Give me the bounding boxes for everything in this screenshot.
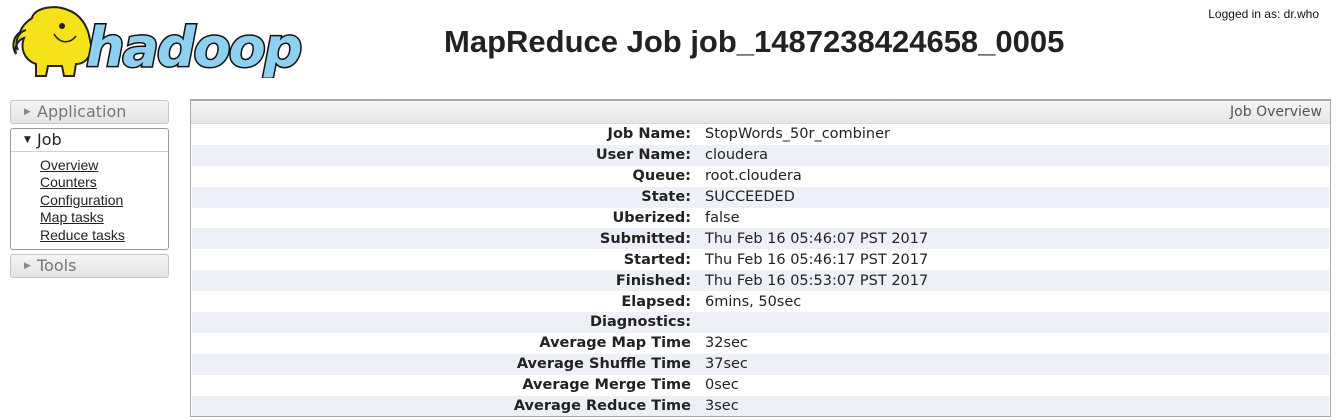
table-row: Average Map Time 32sec <box>192 333 1329 354</box>
nav-link-overview[interactable]: Overview <box>40 157 98 173</box>
row-value: 0sec <box>705 377 739 394</box>
nav-header-label: Application <box>37 102 127 121</box>
nav-link-counters[interactable]: Counters <box>40 174 97 190</box>
nav-link-map-tasks[interactable]: Map tasks <box>40 209 104 225</box>
logged-in-user: Logged in as: dr.who <box>1208 7 1319 21</box>
row-value: Thu Feb 16 05:46:07 PST 2017 <box>705 230 929 247</box>
row-label: Queue: <box>632 168 691 185</box>
job-overview-table: Job Name: StopWords_50r_combiner User Nam… <box>192 124 1329 416</box>
table-row: Average Merge Time 0sec <box>192 375 1329 396</box>
row-value: cloudera <box>705 147 769 164</box>
row-value: 37sec <box>705 356 748 373</box>
nav-section-tools: ▶ Tools <box>10 253 169 278</box>
nav-link-reduce-tasks[interactable]: Reduce tasks <box>40 227 125 243</box>
row-value <box>705 312 1329 333</box>
nav-header-application[interactable]: ▶ Application <box>11 101 168 123</box>
nav-header-label: Tools <box>37 255 77 275</box>
table-row: Average Shuffle Time 37sec <box>192 353 1329 375</box>
table-row: Diagnostics: <box>192 312 1329 333</box>
row-label: Job Name: <box>607 126 691 143</box>
job-overview-header: Job Overview <box>191 101 1330 124</box>
row-label: Average Shuffle Time <box>516 356 691 373</box>
hadoop-logo: hadoop <box>12 6 304 78</box>
job-links: Overview Counters Configuration Map task… <box>11 152 168 249</box>
nav-section-application: ▶ Application <box>10 100 169 124</box>
row-label: State: <box>641 189 691 206</box>
logo-text: hadoop <box>86 16 301 78</box>
row-value: false <box>705 210 740 226</box>
job-overview-panel: Job Overview Job Name: StopWords_50r_comb… <box>190 99 1331 417</box>
row-value: 6mins, 50sec <box>705 293 802 310</box>
nav-section-job: ▼ Job Overview Counters Configuration Ma… <box>10 128 169 250</box>
triangle-down-icon: ▼ <box>24 135 31 145</box>
table-row: Uberized: false <box>192 208 1329 229</box>
row-label: Diagnostics: <box>589 314 691 331</box>
row-label: User Name: <box>595 147 691 164</box>
table-row: Submitted: Thu Feb 16 05:46:07 PST 2017 <box>192 228 1329 250</box>
table-row: Elapsed: 6mins, 50sec <box>192 291 1329 312</box>
row-label: Uberized: <box>612 210 691 226</box>
elephant-icon <box>12 6 92 77</box>
triangle-right-icon: ▶ <box>24 260 31 271</box>
nav-link-configuration[interactable]: Configuration <box>40 192 123 208</box>
table-row: User Name: cloudera <box>192 144 1329 166</box>
row-label: Started: <box>623 251 691 268</box>
row-label: Finished: <box>615 272 691 289</box>
table-row: Queue: root.cloudera <box>192 166 1329 187</box>
table-row: Started: Thu Feb 16 05:46:17 PST 2017 <box>192 249 1329 270</box>
row-label: Average Reduce Time <box>513 398 691 415</box>
row-value: root.cloudera <box>705 168 802 185</box>
row-label: Submitted: <box>599 230 691 247</box>
row-value: 32sec <box>705 335 748 352</box>
row-value: Thu Feb 16 05:53:07 PST 2017 <box>705 272 929 289</box>
row-label: Average Merge Time <box>522 377 691 394</box>
page-title: MapReduce Job job_1487238424658_0005 <box>444 24 1065 59</box>
row-label: Elapsed: <box>621 293 691 310</box>
table-row: Job Name: StopWords_50r_combiner <box>192 124 1329 145</box>
table-row: Average Reduce Time 3sec <box>192 395 1329 416</box>
nav-header-label: Job <box>37 130 62 149</box>
row-value: Thu Feb 16 05:46:17 PST 2017 <box>705 251 929 268</box>
nav-header-job[interactable]: ▼ Job <box>11 129 168 152</box>
sidebar-nav: ▶ Application ▼ Job Overview Counters Co… <box>10 100 169 282</box>
row-value: 3sec <box>705 398 739 415</box>
row-label: Average Map Time <box>539 335 691 352</box>
table-row: Finished: Thu Feb 16 05:53:07 PST 2017 <box>192 270 1329 292</box>
row-value: SUCCEEDED <box>705 189 795 206</box>
triangle-right-icon: ▶ <box>24 107 31 117</box>
nav-header-tools[interactable]: ▶ Tools <box>11 254 168 277</box>
table-row: State: SUCCEEDED <box>192 186 1329 208</box>
row-value: StopWords_50r_combiner <box>705 126 890 143</box>
